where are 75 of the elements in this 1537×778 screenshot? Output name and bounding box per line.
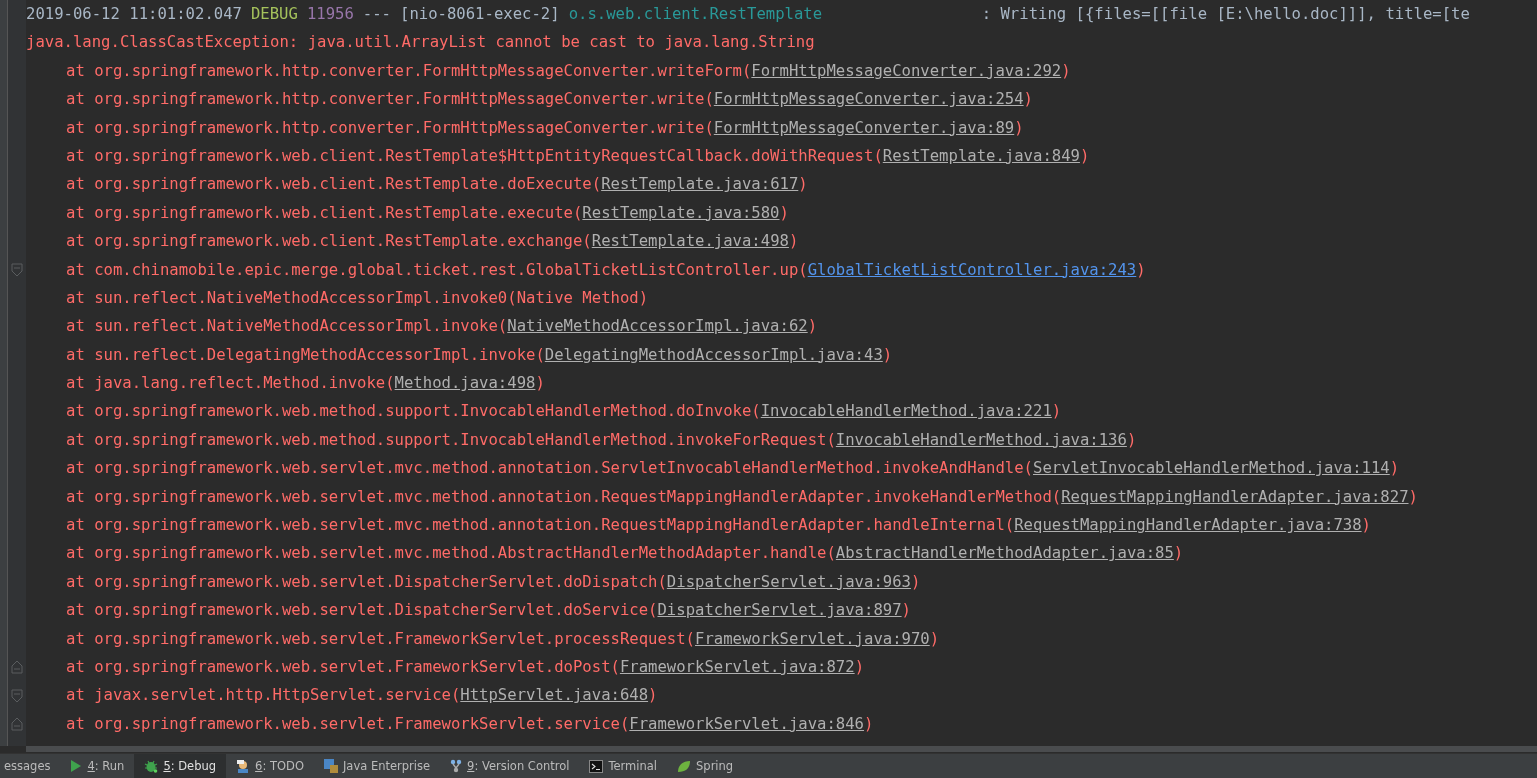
source-link[interactable]: FrameworkServlet.java:970 [695,629,930,648]
stack-frame: at sun.reflect.NativeMethodAccessorImpl.invoke0(Native Method) [66,288,649,307]
stack-frame: at org.springframework.web.servlet.DispatcherServlet.doService(DispatcherServlet.java:897) [66,601,911,620]
bug-icon [144,759,159,773]
source-link[interactable]: Method.java:498 [394,374,536,393]
exception-message: java.lang.ClassCastException: java.util.ArrayList cannot be cast to java.lang.String [26,33,815,52]
log-thread: [nio-8061-exec-2] [400,5,560,23]
stack-frame: at org.springframework.web.servlet.FrameworkServlet.processRequest(FrameworkServlet.java:970) [66,629,940,648]
server-icon [323,759,338,773]
source-link[interactable]: InvocableHandlerMethod.java:136 [835,430,1127,449]
stack-frame: at org.springframework.web.client.RestTemplate.exchange(RestTemplate.java:498) [66,232,799,251]
stack-frame: at org.springframework.web.client.RestTemplate.execute(RestTemplate.java:580) [66,203,789,222]
stack-frame: at org.springframework.web.servlet.mvc.method.annotation.RequestMappingHandlerAdapter.invokeHandlerMethod(RequestMappingHandlerAdapter.java:827) [66,487,1418,506]
source-link[interactable]: DispatcherServlet.java:897 [657,601,902,620]
stack-frame: at org.springframework.http.converter.FormHttpMessageConverter.write(FormHttpMessageConverter.java:254) [66,90,1033,109]
stack-frame: at javax.servlet.http.HttpServlet.service(HttpServlet.java:648) [66,686,658,705]
stack-frame: at sun.reflect.NativeMethodAccessorImpl.invoke(NativeMethodAccessorImpl.java:62) [66,317,818,336]
source-link[interactable]: FormHttpMessageConverter.java:89 [713,118,1015,137]
source-link[interactable]: RequestMappingHandlerAdapter.java:738 [1014,516,1362,535]
tool-window-tab[interactable]: 6: TODO [226,754,314,778]
source-link[interactable]: RestTemplate.java:617 [601,175,799,194]
horizontal-scrollbar[interactable] [26,746,1537,752]
stack-frame: at sun.reflect.DelegatingMethodAccessorImpl.invoke(DelegatingMethodAccessorImpl.java:43) [66,345,893,364]
stack-frame: at org.springframework.web.client.RestTemplate$HttpEntityRequestCallback.doWithRequest(RestTemplate.java:849) [66,146,1090,165]
tool-window-tab[interactable]: Spring [667,754,744,778]
tool-window-tab[interactable]: Terminal [579,754,668,778]
stack-frame: at org.springframework.web.method.support.InvocableHandlerMethod.doInvoke(InvocableHandlerMethod.java:221) [66,402,1062,421]
source-link[interactable]: GlobalTicketListController.java:243 [807,260,1137,279]
source-link[interactable]: DelegatingMethodAccessorImpl.java:43 [544,345,883,364]
stack-frame: at org.springframework.web.client.RestTemplate.doExecute(RestTemplate.java:617) [66,175,808,194]
play-icon [70,759,83,773]
source-link[interactable]: InvocableHandlerMethod.java:221 [760,402,1052,421]
log-logger: o.s.web.client.RestTemplate [568,4,824,25]
log-pid: 11956 [306,5,354,23]
source-link[interactable]: NativeMethodAccessorImpl.java:62 [507,317,808,336]
fold-start-icon[interactable] [11,688,23,703]
tool-window-tab[interactable]: 9: Version Control [440,754,580,778]
source-link[interactable]: AbstractHandlerMethodAdapter.java:85 [835,544,1174,563]
stack-frame: at org.springframework.web.servlet.FrameworkServlet.doPost(FrameworkServlet.java:872) [66,658,864,676]
source-link[interactable]: RestTemplate.java:498 [591,232,789,251]
stack-frame: at org.springframework.web.servlet.mvc.method.AbstractHandlerMethodAdapter.handle(AbstractHandlerMethodAdapter.java:85) [66,544,1184,563]
source-link[interactable]: HttpServlet.java:648 [460,686,649,705]
stack-frame: at org.springframework.web.servlet.DispatcherServlet.doDispatch(DispatcherServlet.java:963) [66,572,921,591]
source-link[interactable]: RestTemplate.java:580 [582,203,780,222]
stack-frame: at com.chinamobile.epic.merge.global.ticket.rest.GlobalTicketListController.up(GlobalTicketListController.java:243) [66,260,1146,279]
tool-window-tab[interactable]: 4: Run [60,754,135,778]
source-link[interactable]: FormHttpMessageConverter.java:292 [751,61,1062,80]
tool-window-tab[interactable]: essages [0,754,61,778]
person-icon [236,759,251,773]
source-link[interactable]: FrameworkServlet.java:846 [629,714,864,733]
tool-window-tab[interactable]: 5: Debug [134,754,227,778]
tool-window-tab[interactable]: Java Enterprise [313,754,441,778]
stack-frame: at org.springframework.http.converter.FormHttpMessageConverter.writeForm(FormHttpMessageConverter.java:292) [66,61,1071,80]
stack-frame: at org.springframework.web.servlet.mvc.method.annotation.RequestMappingHandlerAdapter.handleInternal(RequestMappingHandlerAdapter.java:738) [66,516,1371,535]
fold-end-icon[interactable] [11,716,23,731]
source-link[interactable]: FormHttpMessageConverter.java:254 [713,90,1024,109]
fold-start-icon[interactable] [11,262,23,277]
source-link[interactable]: RequestMappingHandlerAdapter.java:827 [1061,487,1409,506]
log-timestamp: 2019-06-12 11:01:02.047 [26,5,242,23]
leaf-icon [677,759,692,773]
source-link[interactable]: DispatcherServlet.java:963 [666,572,911,591]
stack-frame: at org.springframework.web.servlet.FrameworkServlet.service(FrameworkServlet.java:846) [66,714,874,733]
stack-frame: at org.springframework.web.servlet.mvc.method.annotation.ServletInvocableHandlerMethod.invokeAndHandle(ServletInvocableHandlerMethod.java:114) [66,459,1400,478]
source-link[interactable]: FrameworkServlet.java:872 [619,658,855,676]
fold-end-icon[interactable] [11,660,23,675]
stack-frame: at org.springframework.web.method.support.InvocableHandlerMethod.invokeForRequest(InvocableHandlerMethod.java:136) [66,430,1137,449]
branch-icon [450,759,463,773]
stack-frame: at java.lang.reflect.Method.invoke(Method.java:498) [66,374,545,393]
log-message: : Writing [{files=[[file [E:\hello.doc]]], title=[te [981,5,1470,23]
source-link[interactable]: ServletInvocableHandlerMethod.java:114 [1033,459,1390,478]
log-separator: --- [362,5,391,23]
stack-frame: at org.springframework.http.converter.FormHttpMessageConverter.write(FormHttpMessageConverter.java:89) [66,118,1024,137]
source-link[interactable]: RestTemplate.java:849 [882,146,1080,165]
log-level: DEBUG [250,5,298,23]
terminal-icon [589,759,604,773]
